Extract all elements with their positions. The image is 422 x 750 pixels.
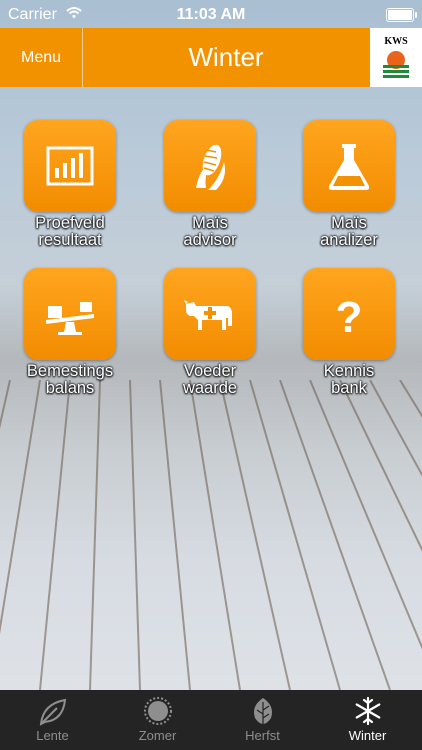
- tile-kennis[interactable]: ?: [303, 268, 395, 360]
- cow-icon: [184, 300, 232, 330]
- page-title: Winter: [188, 42, 264, 72]
- corn-icon: [196, 144, 225, 190]
- tab-herfst[interactable]: Herfst: [210, 690, 315, 750]
- tab-herfst-label: Herfst: [245, 728, 280, 743]
- tab-winter-label: Winter: [348, 728, 387, 743]
- snowy-field-furrows: [0, 380, 422, 690]
- bemestings-balans-button[interactable]: Bemestings balans: [15, 268, 125, 397]
- status-bar: Carrier 11:03 AM: [0, 0, 422, 30]
- tile-mais-analizer[interactable]: [303, 120, 395, 212]
- voeder-label: Voeder waarde: [182, 362, 238, 397]
- kws-logo: KWS: [370, 28, 422, 87]
- tile-proefveld[interactable]: [24, 120, 116, 212]
- tile-voeder[interactable]: [164, 268, 256, 360]
- mais-advisor-label: Maïs advisor: [183, 214, 237, 249]
- flask-icon: [328, 144, 370, 190]
- mais-analizer-label: Maïs analizer: [320, 214, 378, 249]
- snowflake-icon: [355, 696, 380, 726]
- voeder-waarde-button[interactable]: Voeder waarde: [155, 268, 265, 397]
- status-time: 11:03 AM: [176, 6, 246, 23]
- tab-bar: Lente Zomer Herfst Winter: [0, 690, 422, 750]
- tab-zomer-label: Zomer: [138, 728, 177, 743]
- logo-emblem: [383, 51, 409, 78]
- question-icon: ?: [336, 293, 363, 342]
- tab-lente-label: Lente: [36, 728, 69, 743]
- tab-winter[interactable]: Winter: [315, 690, 420, 750]
- mais-analizer-button[interactable]: Maïs analizer: [294, 120, 404, 249]
- sun-icon: [143, 697, 172, 725]
- proefveld-resultaat-button[interactable]: Proefveld resultaat: [15, 120, 125, 249]
- kennis-label: Kennis bank: [323, 362, 375, 397]
- kennis-bank-button[interactable]: ? Kennis bank: [294, 268, 404, 397]
- menu-button[interactable]: Menu: [0, 28, 83, 87]
- svg-text:?: ?: [336, 293, 363, 342]
- battery-icon: [386, 8, 417, 22]
- bemestings-label: Bemestings balans: [26, 362, 114, 397]
- autumn-leaf-icon: [253, 698, 272, 724]
- balance-icon: [46, 302, 94, 335]
- tab-lente[interactable]: Lente: [0, 690, 105, 750]
- mais-advisor-button[interactable]: Maïs advisor: [155, 120, 265, 249]
- chart-icon: [46, 146, 94, 186]
- proefveld-label: Proefveld resultaat: [35, 214, 105, 249]
- navigation-bar: Menu Winter KWS: [0, 28, 422, 87]
- tab-zomer[interactable]: Zomer: [105, 690, 210, 750]
- tile-mais-advisor[interactable]: [164, 120, 256, 212]
- leaf-icon: [39, 698, 66, 726]
- tile-bemestings[interactable]: [24, 268, 116, 360]
